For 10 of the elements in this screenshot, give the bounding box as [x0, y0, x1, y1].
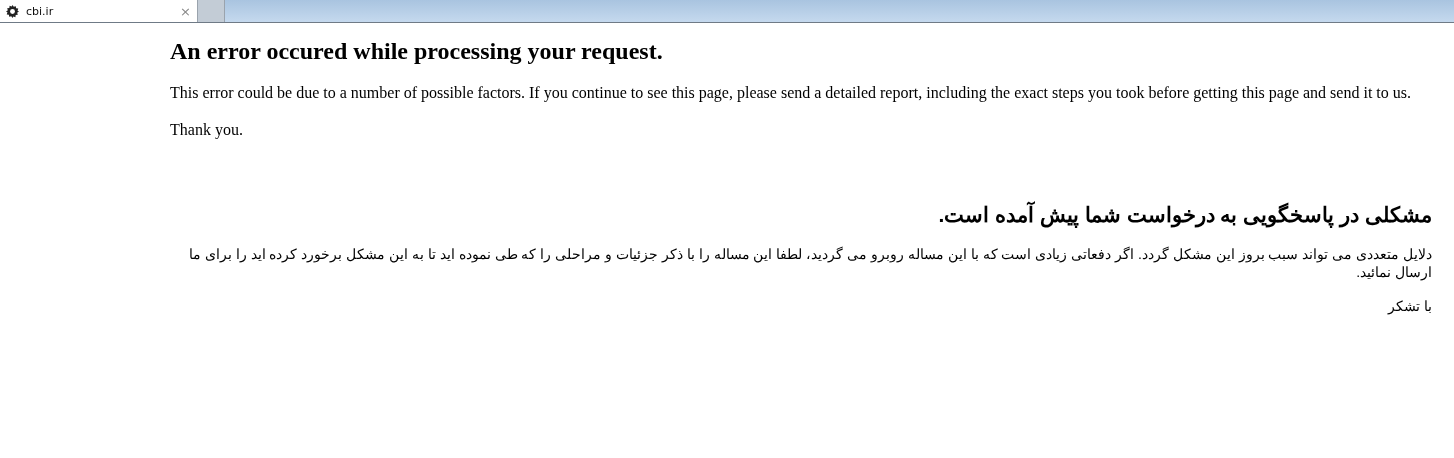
- new-tab-button[interactable]: [198, 0, 225, 22]
- tab-title: cbi.ir: [26, 4, 55, 18]
- gear-icon: [6, 4, 19, 18]
- error-message: با تشکر: [1386, 297, 1432, 315]
- error-heading: مشکلی در پاسخگویی به درخواست شما پیش آمده است.: [937, 203, 1432, 227]
- close-icon[interactable]: ×: [180, 3, 191, 19]
- error-message: This error could be due to a number of possible factors. If you continue to see this page, please send a detailed report, including the exact steps you took before getting this page and send it to us.: [170, 83, 1412, 102]
- error-message: Thank you.: [170, 120, 244, 139]
- error-message: دلایل متعددی می تواند سبب بروز این مشکل گردد. اگر دفعاتی زیادی است که با این مساله روبرو می گردید، لطفا این مساله را با ذکر جزئیات و مراحلی را که طی نموده اید تا به این مشکل برخورد کرده اید را برای ما ارسال نمائید.: [187, 245, 1432, 281]
- error-heading: An error occured while processing your request.: [170, 38, 664, 65]
